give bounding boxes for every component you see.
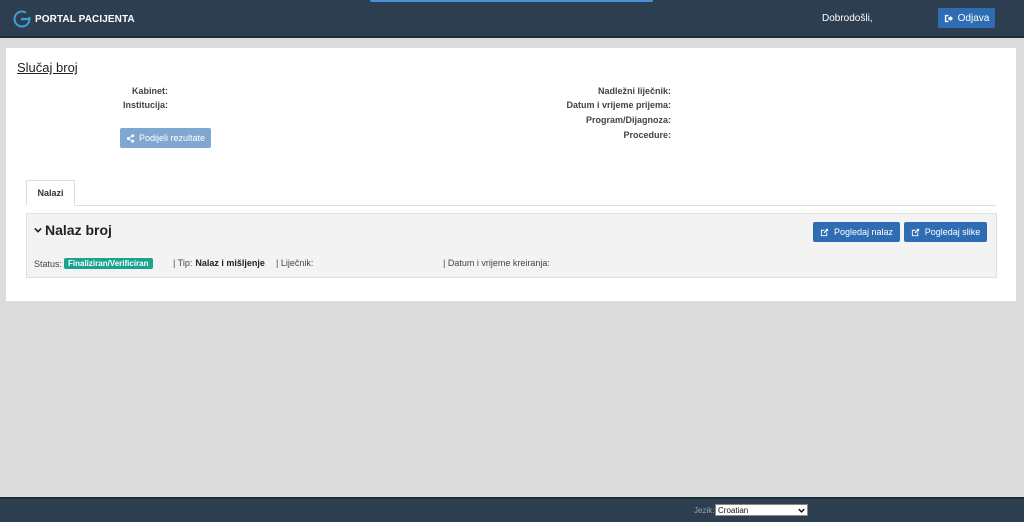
tab-findings[interactable]: Nalazi	[26, 180, 75, 206]
status-badge: Finaliziran/Verificiran	[64, 258, 153, 269]
finding-panel: Nalaz broj Pogledaj nalaz Pogledaj slike…	[26, 213, 997, 278]
view-finding-button[interactable]: Pogledaj nalaz	[813, 222, 900, 242]
chevron-down-icon	[798, 508, 805, 513]
external-link-icon	[911, 228, 919, 236]
case-title: Slučaj broj	[17, 60, 78, 75]
language-label: Jezik:	[694, 506, 715, 515]
type-label: | Tip:	[173, 258, 193, 268]
finding-type: | Tip: Nalaz i mišljenje	[173, 258, 265, 268]
brand[interactable]: PORTAL PACIJENTA	[12, 9, 135, 29]
top-navbar: PORTAL PACIJENTA Dobrodošli, Odjava	[0, 0, 1024, 38]
logout-button[interactable]: Odjava	[938, 8, 995, 28]
field-procedures-label: Procedure:	[623, 130, 671, 140]
share-results-button[interactable]: Podijeli rezultate	[120, 128, 211, 148]
field-doctor-label: Nadležni liječnik:	[597, 86, 671, 96]
footer: Jezik: Croatian	[0, 497, 1024, 522]
field-admission-datetime-label: Datum i vrijeme prijema:	[566, 100, 671, 110]
finding-status: Status: Finaliziran/Verificiran	[34, 258, 153, 269]
view-images-button[interactable]: Pogledaj slike	[904, 222, 987, 242]
welcome-text: Dobrodošli,	[822, 13, 873, 24]
language-select[interactable]: Croatian	[715, 504, 808, 516]
brand-title: PORTAL PACIJENTA	[35, 13, 135, 25]
sign-out-icon	[944, 14, 953, 22]
view-finding-label: Pogledaj nalaz	[833, 227, 894, 237]
tab-bar: Nalazi	[26, 180, 996, 206]
external-link-icon	[820, 228, 829, 236]
language-value: Croatian	[718, 505, 749, 515]
doctor-label: | Liječnik:	[276, 258, 314, 268]
field-institution-label: Institucija:	[122, 100, 168, 110]
finding-doctor: | Liječnik:	[276, 258, 313, 268]
portal-logo-icon	[13, 10, 32, 28]
status-label: Status:	[34, 258, 63, 269]
case-card: Slučaj broj Kabinet: Institucija: Nadlež…	[6, 48, 1016, 301]
created-label: | Datum i vrijeme kreiranja:	[443, 258, 550, 268]
field-cabinet-label: Kabinet:	[132, 86, 168, 96]
share-results-label: Podijeli rezultate	[138, 133, 206, 143]
finding-created: | Datum i vrijeme kreiranja:	[443, 258, 550, 268]
top-accent-strip	[370, 0, 653, 2]
finding-title: Nalaz broj	[45, 222, 112, 238]
field-program-diagnosis-label: Program/Dijagnoza:	[585, 115, 671, 125]
finding-header[interactable]: Nalaz broj	[34, 222, 112, 238]
type-value: Nalaz i mišljenje	[195, 258, 265, 268]
chevron-down-icon	[34, 227, 42, 233]
view-images-label: Pogledaj slike	[924, 227, 981, 237]
share-icon	[126, 133, 135, 143]
logout-label: Odjava	[957, 12, 990, 24]
